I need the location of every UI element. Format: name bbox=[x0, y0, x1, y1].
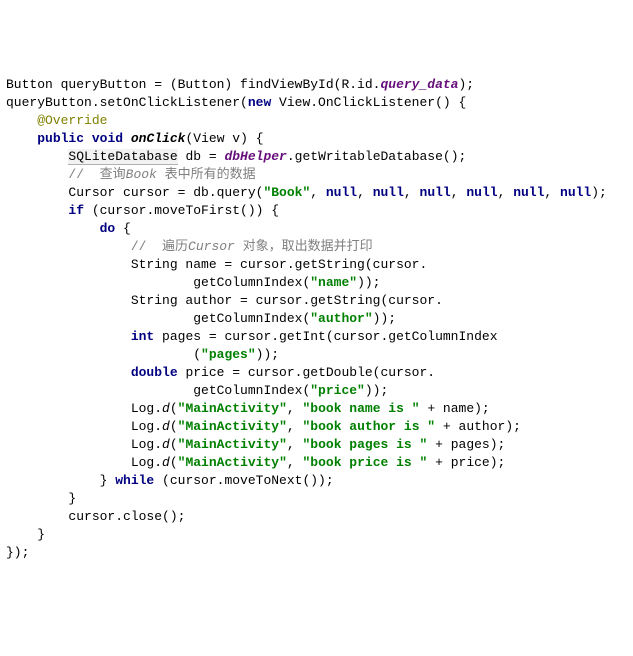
line-5: SQLiteDatabase db = dbHelper.getWritable… bbox=[6, 149, 466, 165]
line-25: cursor.close(); bbox=[6, 509, 185, 524]
line-11: String name = cursor.getString(cursor. bbox=[6, 257, 427, 272]
line-26: } bbox=[6, 527, 45, 542]
line-2: queryButton.setOnClickListener(new View.… bbox=[6, 95, 466, 110]
line-17: double price = cursor.getDouble(cursor. bbox=[6, 365, 435, 380]
line-22: Log.d("MainActivity", "book price is " +… bbox=[6, 455, 505, 470]
line-18: getColumnIndex("price")); bbox=[6, 383, 388, 398]
line-12: getColumnIndex("name")); bbox=[6, 275, 380, 290]
line-21: Log.d("MainActivity", "book pages is " +… bbox=[6, 437, 505, 452]
line-20: Log.d("MainActivity", "book author is " … bbox=[6, 419, 521, 434]
line-16: ("pages")); bbox=[6, 347, 279, 362]
line-9: do { bbox=[6, 221, 131, 236]
line-13: String author = cursor.getString(cursor. bbox=[6, 293, 443, 308]
line-24: } bbox=[6, 491, 76, 506]
line-8: if (cursor.moveToFirst()) { bbox=[6, 203, 279, 218]
line-3: @Override bbox=[6, 113, 107, 128]
line-6: // 查询Book 表中所有的数据 bbox=[6, 167, 256, 182]
line-4: public void onClick(View v) { bbox=[6, 131, 264, 146]
line-15: int pages = cursor.getInt(cursor.getColu… bbox=[6, 329, 498, 344]
line-14: getColumnIndex("author")); bbox=[6, 311, 396, 326]
line-1: Button queryButton = (Button) findViewBy… bbox=[6, 77, 474, 92]
line-10: // 遍历Cursor 对象，取出数据并打印 bbox=[6, 239, 373, 254]
line-19: Log.d("MainActivity", "book name is " + … bbox=[6, 401, 490, 416]
line-27: }); bbox=[6, 545, 29, 560]
line-7: Cursor cursor = db.query("Book", null, n… bbox=[6, 185, 607, 200]
code-block: Button queryButton = (Button) findViewBy… bbox=[6, 76, 627, 562]
line-23: } while (cursor.moveToNext()); bbox=[6, 473, 334, 488]
